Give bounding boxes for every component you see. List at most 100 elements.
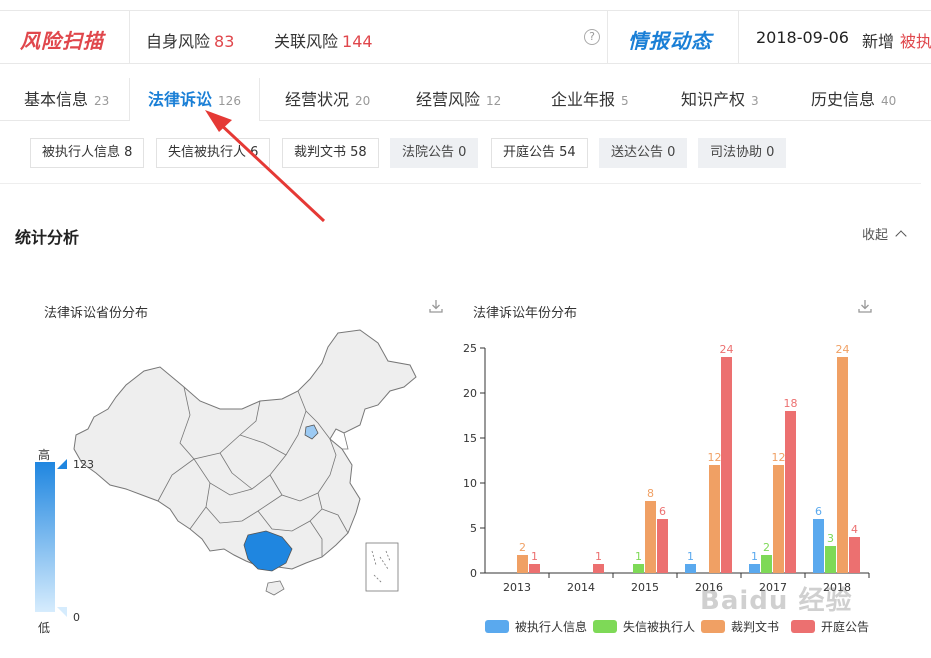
legend-handle-top[interactable] xyxy=(57,459,67,469)
tab-label: 经营状况 xyxy=(285,90,350,109)
data-label: 1 xyxy=(635,550,642,563)
legend-item[interactable]: 失信被执行人 xyxy=(593,618,695,635)
tab-count: 23 xyxy=(94,94,110,108)
collapse-button[interactable]: 收起 xyxy=(862,224,907,243)
tab-annual-report[interactable]: 企业年报 5 xyxy=(551,78,629,121)
legend-high-label: 高 xyxy=(38,448,51,462)
bar xyxy=(761,555,772,573)
tab-label: 历史信息 xyxy=(811,90,876,109)
bar xyxy=(529,564,540,573)
legend-label: 裁判文书 xyxy=(731,620,780,634)
data-label: 1 xyxy=(595,550,602,563)
divider xyxy=(607,11,608,63)
bar xyxy=(825,546,836,573)
legend-label: 被执行人信息 xyxy=(515,620,588,634)
data-label: 24 xyxy=(720,343,734,356)
china-mainland-shape xyxy=(73,329,417,570)
self-risk-link[interactable]: 自身风险 83 xyxy=(146,28,234,52)
x-tick-label: 2015 xyxy=(631,581,659,594)
tab-count: 20 xyxy=(355,94,371,108)
help-icon[interactable]: ? xyxy=(584,29,600,45)
tab-business-risk[interactable]: 经营风险 12 xyxy=(416,78,501,121)
chart-panel-title: 法律诉讼年份分布 xyxy=(473,306,578,321)
tab-label: 企业年报 xyxy=(551,90,616,109)
data-label: 12 xyxy=(708,451,722,464)
news-item[interactable]: 新增 被执 xyxy=(862,28,931,52)
bar xyxy=(785,411,796,573)
download-icon[interactable] xyxy=(428,298,444,314)
news-new-label: 新增 xyxy=(862,32,895,51)
legend-swatch xyxy=(593,620,617,633)
tab-ip[interactable]: 知识产权 3 xyxy=(681,78,759,121)
news-date: 2018-09-06 xyxy=(756,28,849,47)
bar xyxy=(633,564,644,573)
filter-judgments[interactable]: 裁判文书 58 xyxy=(282,138,379,168)
filter-service-notice[interactable]: 送达公告 0 xyxy=(599,138,688,168)
legend-label: 开庭公告 xyxy=(821,620,870,634)
tab-count: 12 xyxy=(486,94,502,108)
legend-item[interactable]: 裁判文书 xyxy=(701,618,779,635)
related-risk-label: 关联风险 xyxy=(274,32,339,51)
x-tick-label: 2013 xyxy=(503,581,531,594)
risk-scan-logo: 风险扫描 xyxy=(20,29,104,53)
bar xyxy=(593,564,604,573)
filter-hearing-notice[interactable]: 开庭公告 54 xyxy=(491,138,588,168)
chevron-up-icon xyxy=(895,230,907,242)
related-risk-count: 144 xyxy=(342,32,373,51)
filter-court-notice[interactable]: 法院公告 0 xyxy=(390,138,479,168)
bar xyxy=(773,465,784,573)
data-label: 8 xyxy=(647,487,654,500)
main-tabs: 基本信息 23 法律诉讼 126 经营状况 20 经营风险 12 企业年报 5 知识产权 3… xyxy=(0,78,931,121)
tab-label: 知识产权 xyxy=(681,90,746,109)
legend-low-label: 低 xyxy=(38,621,51,635)
divider xyxy=(129,11,130,63)
collapse-label: 收起 xyxy=(862,228,889,243)
data-label: 1 xyxy=(531,550,538,563)
legend-swatch xyxy=(485,620,509,633)
legend-item[interactable]: 被执行人信息 xyxy=(485,618,587,635)
download-icon[interactable] xyxy=(857,298,873,314)
bar xyxy=(849,537,860,573)
tab-basic-info[interactable]: 基本信息 23 xyxy=(24,78,109,121)
data-label: 4 xyxy=(851,523,858,536)
legend-swatch xyxy=(701,620,725,633)
data-label: 2 xyxy=(763,541,770,554)
related-risk-link[interactable]: 关联风险 144 xyxy=(274,28,373,52)
litigation-filters: 被执行人信息 8 失信被执行人 6 裁判文书 58 法院公告 0 开庭公告 54… xyxy=(0,121,921,184)
south-sea-inset xyxy=(365,542,399,592)
y-tick-label: 15 xyxy=(463,432,477,445)
tab-count: 5 xyxy=(621,94,629,108)
legend-max-value: 123 xyxy=(73,458,94,471)
data-label: 1 xyxy=(751,550,758,563)
china-province-map xyxy=(73,329,417,596)
data-label: 18 xyxy=(784,397,798,410)
bar xyxy=(645,501,656,573)
filter-judicial-assist[interactable]: 司法协助 0 xyxy=(698,138,787,168)
y-tick-label: 0 xyxy=(470,567,477,580)
data-label: 24 xyxy=(836,343,850,356)
tab-litigation[interactable]: 法律诉讼 126 xyxy=(129,78,260,121)
risk-scan-bar: 风险扫描 自身风险 83 关联风险 144 ? 情报动态 2018-09-06 新增… xyxy=(0,10,931,64)
data-label: 2 xyxy=(519,541,526,554)
legend-min-value: 0 xyxy=(73,611,80,624)
bar xyxy=(813,519,824,573)
bar xyxy=(517,555,528,573)
y-tick-label: 20 xyxy=(463,387,477,400)
tab-history[interactable]: 历史信息 40 xyxy=(811,78,896,121)
data-label: 6 xyxy=(815,505,822,518)
filter-executed-person[interactable]: 被执行人信息 8 xyxy=(30,138,145,168)
intel-news-title: 情报动态 xyxy=(628,29,712,53)
tab-label: 经营风险 xyxy=(416,90,481,109)
legend-label: 失信被执行人 xyxy=(623,620,696,634)
bar xyxy=(709,465,720,573)
bar xyxy=(657,519,668,573)
tab-business-status[interactable]: 经营状况 20 xyxy=(285,78,370,121)
year-distribution-chart: 0510152025201321201412015186201611224201… xyxy=(463,342,870,594)
filter-dishonest-person[interactable]: 失信被执行人 6 xyxy=(156,138,271,168)
legend-swatch xyxy=(791,620,815,633)
tab-label: 法律诉讼 xyxy=(148,90,213,109)
legend-item[interactable]: 开庭公告 xyxy=(791,618,869,635)
x-tick-label: 2014 xyxy=(567,581,595,594)
data-label: 1 xyxy=(687,550,694,563)
legend-handle-bottom[interactable] xyxy=(57,607,67,617)
